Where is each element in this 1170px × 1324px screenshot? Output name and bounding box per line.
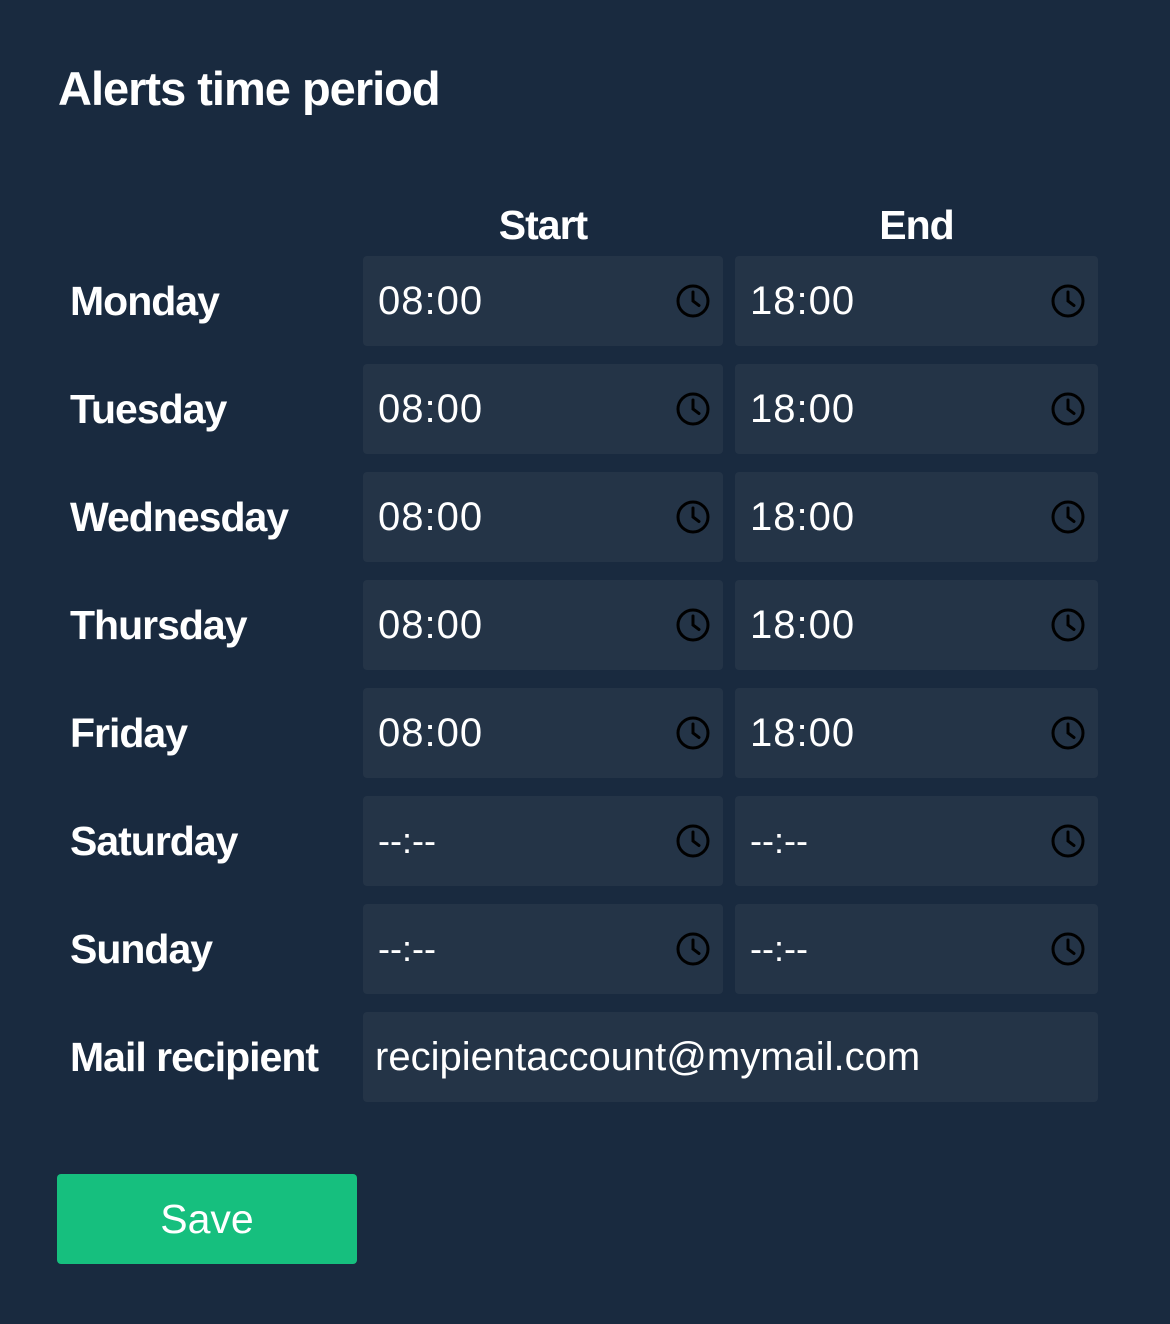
clock-icon[interactable] <box>675 607 711 643</box>
mail-recipient-input[interactable]: recipientaccount@mymail.com <box>363 1012 1098 1102</box>
tuesday-end-time-input[interactable]: 18:00 <box>735 364 1098 454</box>
wednesday-end-time-input[interactable]: 18:00 <box>735 472 1098 562</box>
tuesday-start-time-input[interactable]: 08:00 <box>363 364 723 454</box>
day-label-saturday: Saturday <box>70 818 238 864</box>
day-label-monday: Monday <box>70 278 220 324</box>
day-row-thursday: Thursday 08:00 18:00 <box>0 580 1170 670</box>
friday-start-time-input[interactable]: 08:00 <box>363 688 723 778</box>
clock-icon[interactable] <box>675 823 711 859</box>
clock-icon[interactable] <box>675 931 711 967</box>
column-header-end: End <box>879 202 954 248</box>
clock-icon[interactable] <box>1050 931 1086 967</box>
tuesday-start-time-value: 08:00 <box>378 387 484 431</box>
mail-recipient-label: Mail recipient <box>70 1034 319 1080</box>
clock-icon[interactable] <box>675 715 711 751</box>
friday-start-time-value: 08:00 <box>378 711 484 755</box>
day-row-friday: Friday 08:00 18:00 <box>0 688 1170 778</box>
tuesday-end-time-value: 18:00 <box>750 387 856 431</box>
wednesday-end-time-value: 18:00 <box>750 495 856 539</box>
day-row-wednesday: Wednesday 08:00 18:00 <box>0 472 1170 562</box>
monday-start-time-value: 08:00 <box>378 279 484 323</box>
monday-end-time-value: 18:00 <box>750 279 856 323</box>
page-title: Alerts time period <box>58 62 441 115</box>
clock-icon[interactable] <box>1050 499 1086 535</box>
clock-icon[interactable] <box>675 283 711 319</box>
day-label-tuesday: Tuesday <box>70 386 227 432</box>
thursday-start-time-input[interactable]: 08:00 <box>363 580 723 670</box>
day-label-wednesday: Wednesday <box>70 494 289 540</box>
day-row-saturday: Saturday --:-- --:-- <box>0 796 1170 886</box>
clock-icon[interactable] <box>1050 715 1086 751</box>
thursday-end-time-input[interactable]: 18:00 <box>735 580 1098 670</box>
column-header-start: Start <box>498 202 588 248</box>
wednesday-start-time-input[interactable]: 08:00 <box>363 472 723 562</box>
sunday-end-time-value: --:-- <box>750 928 808 969</box>
day-label-friday: Friday <box>70 710 188 756</box>
sunday-end-time-input[interactable]: --:-- <box>735 904 1098 994</box>
saturday-start-time-input[interactable]: --:-- <box>363 796 723 886</box>
mail-recipient-row: Mail recipient recipientaccount@mymail.c… <box>0 1012 1170 1102</box>
save-button[interactable]: Save <box>57 1174 357 1264</box>
day-row-sunday: Sunday --:-- --:-- <box>0 904 1170 994</box>
day-label-thursday: Thursday <box>70 602 248 648</box>
thursday-start-time-value: 08:00 <box>378 603 484 647</box>
saturday-end-time-value: --:-- <box>750 820 808 861</box>
clock-icon[interactable] <box>1050 823 1086 859</box>
saturday-end-time-input[interactable]: --:-- <box>735 796 1098 886</box>
monday-start-time-input[interactable]: 08:00 <box>363 256 723 346</box>
clock-icon[interactable] <box>1050 607 1086 643</box>
monday-end-time-input[interactable]: 18:00 <box>735 256 1098 346</box>
clock-icon[interactable] <box>1050 283 1086 319</box>
mail-recipient-value: recipientaccount@mymail.com <box>375 1035 921 1079</box>
sunday-start-time-input[interactable]: --:-- <box>363 904 723 994</box>
clock-icon[interactable] <box>675 499 711 535</box>
thursday-end-time-value: 18:00 <box>750 603 856 647</box>
friday-end-time-input[interactable]: 18:00 <box>735 688 1098 778</box>
friday-end-time-value: 18:00 <box>750 711 856 755</box>
wednesday-start-time-value: 08:00 <box>378 495 484 539</box>
day-label-sunday: Sunday <box>70 926 213 972</box>
clock-icon[interactable] <box>1050 391 1086 427</box>
sunday-start-time-value: --:-- <box>378 928 436 969</box>
day-row-monday: Monday 08:00 18:00 <box>0 256 1170 346</box>
clock-icon[interactable] <box>675 391 711 427</box>
saturday-start-time-value: --:-- <box>378 820 436 861</box>
day-row-tuesday: Tuesday 08:00 18:00 <box>0 364 1170 454</box>
